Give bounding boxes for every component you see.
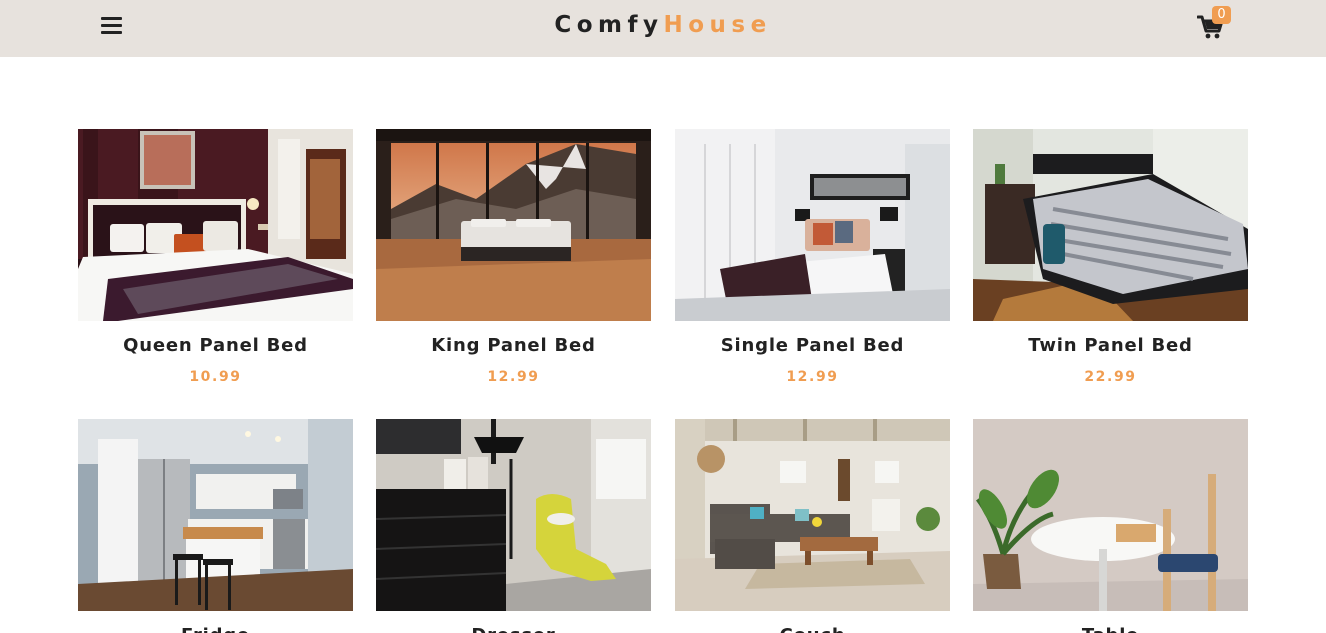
product-image[interactable] (376, 129, 651, 321)
bedroom-photo (675, 129, 950, 321)
brand-logo: ComfyHouse (0, 12, 1326, 38)
cart-count-badge: 0 (1212, 6, 1231, 24)
bedroom-photo (973, 129, 1248, 321)
product-image[interactable] (376, 419, 651, 611)
product-card[interactable]: Dresser (376, 419, 651, 633)
product-price: 10.99 (189, 369, 242, 385)
product-name: Dresser (376, 625, 651, 633)
product-name: Table (973, 625, 1248, 633)
navbar: ComfyHouse 0 (0, 0, 1326, 57)
product-name: Queen Panel Bed (123, 335, 308, 356)
brand-part-2: House (663, 12, 772, 38)
product-name: Single Panel Bed (720, 335, 905, 356)
product-card[interactable]: Queen Panel Bed 10.99 (78, 129, 353, 385)
product-image[interactable] (973, 419, 1248, 611)
product-name: King Panel Bed (431, 335, 596, 356)
product-card[interactable]: Single Panel Bed 12.99 (675, 129, 950, 385)
product-card[interactable]: Couch (675, 419, 950, 633)
product-card[interactable]: King Panel Bed 12.99 (376, 129, 651, 385)
living-room-photo (675, 419, 950, 611)
product-image[interactable] (973, 129, 1248, 321)
product-name: Fridge (78, 625, 353, 633)
product-image[interactable] (675, 129, 950, 321)
product-price: 12.99 (786, 369, 839, 385)
product-price: 22.99 (1084, 369, 1137, 385)
bedroom-photo (376, 129, 651, 321)
kitchen-photo (78, 419, 353, 611)
table-photo (973, 419, 1248, 611)
product-card[interactable]: Fridge (78, 419, 353, 633)
dresser-photo (376, 419, 651, 611)
product-name: Couch (675, 625, 950, 633)
product-name: Twin Panel Bed (1028, 335, 1193, 356)
brand-part-1: Comfy (554, 12, 664, 38)
product-price: 12.99 (487, 369, 540, 385)
product-image[interactable] (675, 419, 950, 611)
product-card[interactable]: Table (973, 419, 1248, 633)
cart-button[interactable]: 0 (1195, 6, 1231, 44)
product-image[interactable] (78, 129, 353, 321)
product-card[interactable]: Twin Panel Bed 22.99 (973, 129, 1248, 385)
product-image[interactable] (78, 419, 353, 611)
bedroom-photo (78, 129, 353, 321)
